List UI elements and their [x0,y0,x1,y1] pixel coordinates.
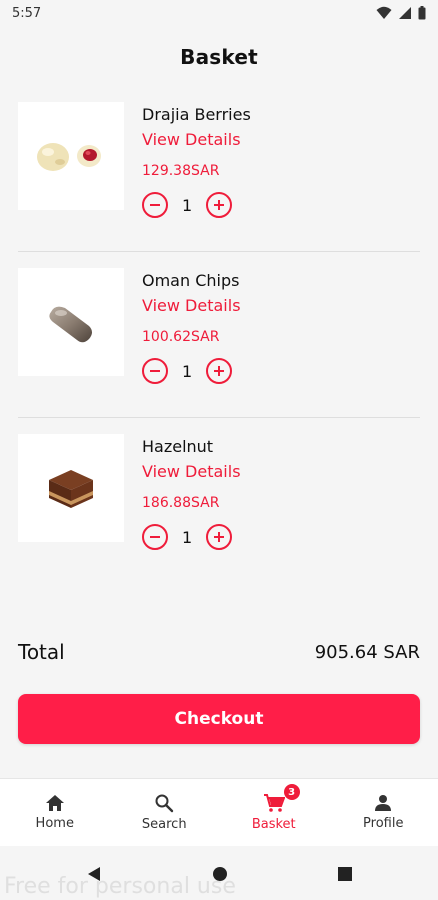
signal-icon [399,7,411,19]
nav-label: Home [35,816,74,831]
nav-label: Search [141,817,187,832]
item-price: 186.88SAR [142,495,220,511]
product-image [18,434,124,542]
minus-icon [150,204,160,206]
chocolate-chip-image [49,306,92,343]
total-label: Total [18,640,65,664]
item-info: Oman Chips View Details 100.62SAR 1 [142,270,420,384]
item-price: 129.38SAR [142,163,220,179]
status-icons [376,6,426,20]
item-name: Hazelnut [142,437,214,456]
increase-quantity-button[interactable] [206,358,233,384]
quantity-stepper: 1 [142,358,420,384]
home-button-icon[interactable] [212,866,228,882]
quantity-stepper: 1 [142,192,420,218]
item-name: Drajia Berries [142,105,251,124]
back-icon[interactable] [87,866,101,882]
minus-icon [150,370,160,372]
view-details-link[interactable]: View Details [142,296,241,316]
basket-item: Oman Chips View Details 100.62SAR 1 [18,252,420,418]
system-nav-bar [0,846,438,900]
quantity-value: 1 [182,361,193,381]
app-header: Basket [0,28,438,86]
decrease-quantity-button[interactable] [142,524,168,550]
wifi-icon [376,6,392,19]
person-icon [375,795,392,811]
product-image [18,268,124,376]
plus-icon [214,532,225,542]
increase-quantity-button[interactable] [206,524,233,550]
item-price: 100.62SAR [142,329,220,345]
total-row: Total 905.64 SAR [18,634,420,670]
decrease-quantity-button[interactable] [142,358,168,384]
nav-label: Profile [363,816,404,831]
status-time: 5:57 [12,6,42,21]
cart-icon [263,794,285,812]
recent-apps-icon[interactable] [338,867,352,881]
item-info: Drajia Berries View Details 129.38SAR 1 [142,104,420,218]
product-image [18,102,124,210]
cart-count-badge: 3 [283,784,300,800]
nav-item-profile[interactable]: Profile [329,779,438,846]
nav-item-basket[interactable]: 3 Basket [219,779,329,846]
checkout-button[interactable]: Checkout [18,694,420,744]
hazelnut-chocolate-image [49,470,93,508]
bottom-nav: Home Search 3 Basket Profile [0,778,438,846]
decrease-quantity-button[interactable] [142,192,168,218]
home-icon [45,795,64,811]
quantity-stepper: 1 [142,524,420,550]
minus-icon [150,536,160,538]
quantity-value: 1 [182,527,193,547]
view-details-link[interactable]: View Details [142,130,241,150]
quantity-value: 1 [182,195,193,215]
nav-label: Basket [251,817,296,832]
basket-list: Drajia Berries View Details 129.38SAR 1 [0,86,438,584]
item-info: Hazelnut View Details 186.88SAR 1 [142,436,420,550]
plus-icon [214,366,225,376]
search-icon [155,794,174,813]
nav-item-search[interactable]: Search [110,779,220,846]
nav-item-home[interactable]: Home [0,779,110,846]
plus-icon [214,200,225,210]
basket-item: Drajia Berries View Details 129.38SAR 1 [18,86,420,252]
total-value: 905.64 SAR [314,641,420,663]
basket-item: Hazelnut View Details 186.88SAR 1 [18,418,420,584]
berries-image [37,143,101,171]
increase-quantity-button[interactable] [206,192,233,218]
item-name: Oman Chips [142,271,240,290]
battery-icon [418,6,426,20]
status-bar: 5:57 [0,0,438,28]
view-details-link[interactable]: View Details [142,462,241,482]
page-title: Basket [180,45,258,69]
